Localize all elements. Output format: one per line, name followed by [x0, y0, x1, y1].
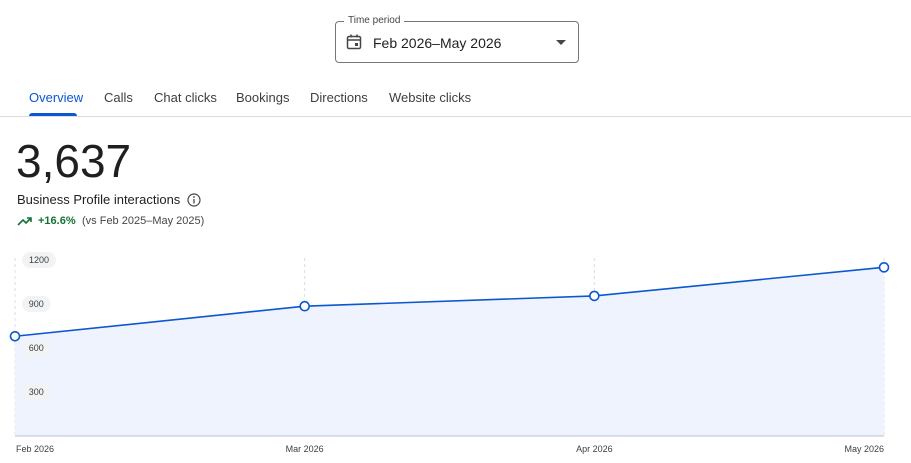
chevron-down-icon: [556, 40, 566, 45]
x-tick-label: Mar 2026: [286, 444, 324, 454]
performance-page: Time period Feb 2026–May 2026 Overview C…: [0, 0, 911, 463]
data-point: [589, 290, 600, 302]
tab-chat-clicks[interactable]: Chat clicks: [154, 90, 217, 106]
x-tick-label: May 2026: [844, 444, 884, 454]
trending-up-icon: [17, 217, 32, 226]
comparison-period: (vs Feb 2025–May 2025): [82, 215, 205, 227]
x-tick-label: Apr 2026: [576, 444, 613, 454]
interactions-label: Business Profile interactions: [17, 192, 181, 207]
change-percentage: +16.6%: [38, 215, 76, 227]
data-point: [878, 262, 890, 273]
time-period-value: Feb 2026–May 2026: [373, 35, 502, 51]
y-tick-label: 600: [29, 343, 44, 353]
active-tab-indicator: [29, 113, 77, 116]
tab-calls[interactable]: Calls: [104, 90, 133, 106]
time-period-label: Time period: [344, 15, 405, 27]
info-icon[interactable]: [187, 193, 201, 207]
time-period-select[interactable]: Time period Feb 2026–May 2026: [335, 15, 579, 63]
calendar-icon: [346, 34, 362, 50]
y-tick-label: 1200: [29, 255, 49, 265]
y-tick-label: 900: [29, 299, 44, 309]
y-tick-label: 300: [29, 387, 44, 397]
tab-directions[interactable]: Directions: [310, 90, 368, 106]
tab-bar: Overview Calls Chat clicks Bookings Dire…: [0, 78, 911, 117]
tab-website-clicks[interactable]: Website clicks: [389, 90, 471, 106]
chart-area: [15, 267, 884, 436]
tab-overview[interactable]: Overview: [29, 90, 83, 106]
data-point: [9, 330, 21, 342]
tab-bookings[interactable]: Bookings: [236, 90, 289, 106]
interactions-chart: 300 600 900 1200 Feb 2026 Mar 2026 Apr 2026 May…: [9, 252, 890, 454]
x-tick-label: Feb 2026: [16, 444, 54, 454]
interactions-total: 3,637: [16, 135, 132, 187]
data-point: [299, 300, 310, 312]
